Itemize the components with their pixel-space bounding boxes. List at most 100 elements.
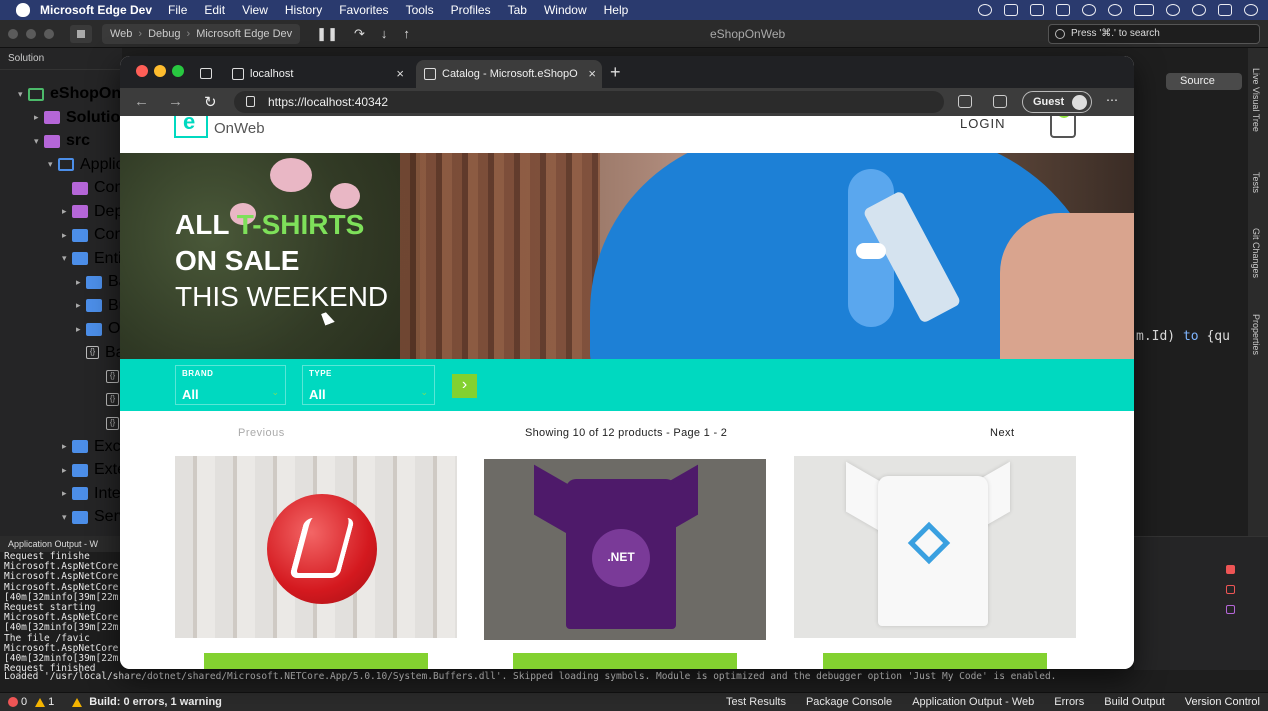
run-configuration-breadcrumb[interactable]: Web › Debug › Microsoft Edge Dev [102,23,301,44]
code-editor[interactable] [1134,48,1244,536]
refresh-icon[interactable]: ↻ [204,93,217,111]
add-to-basket-button[interactable] [513,653,737,669]
step-out-icon[interactable]: ↑ [403,26,410,42]
browser-tab-catalog[interactable]: Catalog - Microsoft.eShopOnW × [416,60,602,88]
crumb-debug[interactable]: Debug [148,28,180,40]
step-over-icon[interactable]: ↷ [354,26,365,42]
solution-tree-item[interactable]: ▸ Dep [62,201,123,223]
control-center-icon[interactable] [1218,4,1232,16]
crumb-target[interactable]: Microsoft Edge Dev [196,28,292,40]
breakpoint-icon[interactable] [1226,565,1235,574]
menubar-app-name[interactable]: Microsoft Edge Dev [40,3,152,17]
close-tab-icon[interactable]: × [396,66,404,81]
menu-favorites[interactable]: Favorites [339,3,388,17]
product-image-net-shirt[interactable]: .NET [484,459,766,640]
url-field[interactable]: https://localhost:40342 [234,91,944,113]
menu-history[interactable]: History [285,3,322,17]
add-to-basket-button[interactable] [204,653,428,669]
new-breakpoint-icon[interactable] [1226,605,1235,614]
collections-icon[interactable] [993,95,1007,108]
tab-package-console[interactable]: Package Console [806,696,892,708]
source-view-select[interactable]: Source [1166,73,1242,90]
profile-button[interactable]: Guest [1022,91,1092,113]
login-link[interactable]: LOGIN [960,116,1005,131]
lock-icon[interactable] [246,96,255,107]
chevron-right-icon[interactable]: ▸ [62,488,72,499]
chevron-down-icon[interactable]: ▾ [62,253,72,264]
menu-tab[interactable]: Tab [508,3,527,17]
pause-icon[interactable]: ❚❚ [316,26,338,42]
search-icon[interactable] [1192,4,1206,16]
chevron-down-icon[interactable]: ▾ [62,512,72,523]
chevron-right-icon[interactable]: ▸ [62,441,72,452]
favorites-icon[interactable] [958,95,972,108]
forward-icon[interactable]: → [168,93,183,110]
error-icon[interactable] [8,697,18,707]
tab-test-results[interactable]: Test Results [726,696,786,708]
solution-tree-item[interactable]: ▾ src [34,130,90,152]
code-line[interactable]: m.Id) to {qu [1136,329,1230,344]
pager-previous-link[interactable]: Previous [238,427,285,439]
chevron-right-icon[interactable]: ▸ [76,300,86,311]
solution-tree-item[interactable]: Con [62,177,123,199]
add-to-basket-button[interactable] [823,653,1047,669]
menu-window[interactable]: Window [544,3,587,17]
solution-tree-item[interactable]: {} Ba [76,342,125,364]
solution-tree-item[interactable]: ▾ Applic [48,154,124,176]
browser-tab-localhost[interactable]: localhost × [224,60,410,88]
menu-help[interactable]: Help [604,3,629,17]
tab-errors[interactable]: Errors [1054,696,1084,708]
side-tab-tests[interactable]: Tests [1251,172,1261,193]
disable-breakpoints-icon[interactable] [1226,585,1235,594]
pager-next-link[interactable]: Next [990,427,1015,439]
menu-profiles[interactable]: Profiles [451,3,491,17]
bluetooth-icon[interactable] [1082,4,1096,16]
tab-version-control[interactable]: Version Control [1185,696,1260,708]
side-tab-git-changes[interactable]: Git Changes [1251,228,1261,278]
ide-close-button[interactable] [8,28,18,39]
product-image-white-shirt[interactable] [794,456,1076,638]
chevron-right-icon[interactable]: ▸ [62,230,72,241]
volume-icon[interactable] [1056,4,1070,16]
cart-icon[interactable] [1050,116,1076,138]
apply-filter-button[interactable]: › [452,374,477,398]
menu-tools[interactable]: Tools [406,3,434,17]
close-tab-icon[interactable]: × [588,66,596,81]
step-into-icon[interactable]: ↓ [381,26,388,42]
side-tab-properties[interactable]: Properties [1251,314,1261,355]
menu-file[interactable]: File [168,3,187,17]
side-tab-live-visual-tree[interactable]: Live Visual Tree [1251,68,1261,132]
apple-icon[interactable] [16,3,30,17]
chevron-right-icon[interactable]: ▸ [34,112,44,123]
stop-debug-button[interactable] [70,24,92,43]
battery-icon[interactable] [1134,4,1154,16]
warning-count[interactable]: 1 [48,696,54,708]
tab-actions-icon[interactable] [200,68,212,79]
chevron-right-icon[interactable]: ▸ [62,465,72,476]
tab-application-output[interactable]: Application Output - Web [912,696,1034,708]
window-icon[interactable] [1030,4,1044,16]
tab-build-output[interactable]: Build Output [1104,696,1165,708]
chevron-right-icon[interactable]: ▸ [62,206,72,217]
menu-edit[interactable]: Edit [204,3,225,17]
solution-tree-item[interactable]: ▸ Con [62,224,123,246]
solution-tree-item[interactable]: ▾ eShopOnW [18,83,136,105]
solution-tree-item[interactable]: ▸ Inte [62,483,121,505]
solution-tree-item[interactable]: ▸ O [76,318,120,340]
brand-filter-select[interactable]: BRAND All ⌄ [175,365,286,405]
type-filter-select[interactable]: TYPE All ⌄ [302,365,435,405]
browser-close-button[interactable] [136,65,148,77]
solution-tree-item[interactable]: ▸ Solution [34,107,130,129]
moon-icon[interactable] [1108,4,1122,16]
menu-view[interactable]: View [242,3,268,17]
ide-zoom-button[interactable] [44,28,54,39]
user-icon[interactable] [1244,4,1258,16]
build-status[interactable]: Build: 0 errors, 1 warning [89,696,222,708]
crumb-web[interactable]: Web [110,28,132,40]
product-image-mug[interactable] [175,456,457,638]
browser-minimize-button[interactable] [154,65,166,77]
extension-icon[interactable] [1004,4,1018,16]
github-icon[interactable] [978,4,992,16]
browser-zoom-button[interactable] [172,65,184,77]
solution-tree-item[interactable]: ▾ Enti [62,248,122,270]
